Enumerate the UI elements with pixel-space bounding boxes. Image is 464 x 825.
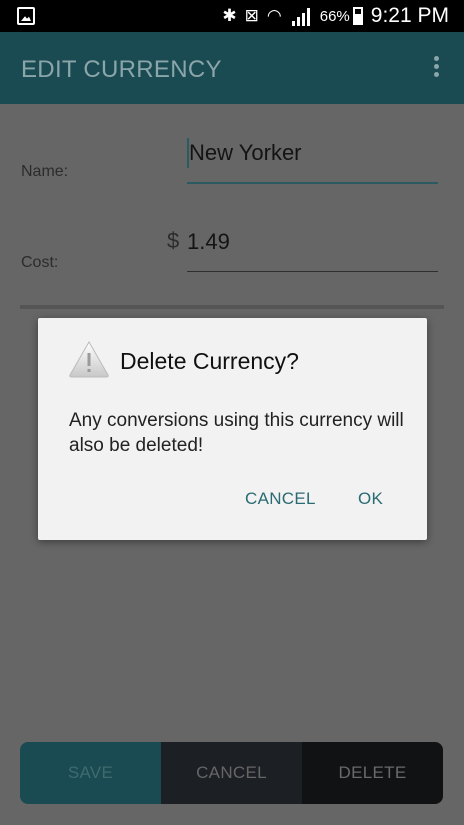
wifi-icon: ◠ [266, 6, 282, 26]
delete-dialog: Delete Currency? Any conversions using t… [38, 318, 427, 540]
battery-percent: 66% [319, 7, 350, 25]
battery-icon [352, 7, 363, 25]
dialog-ok-button[interactable]: OK [358, 489, 383, 509]
cost-label: Cost: [21, 254, 59, 271]
warning-icon [69, 340, 109, 378]
dialog-message: Any conversions using this currency will… [69, 410, 404, 456]
delete-button[interactable]: DELETE [302, 742, 443, 804]
dialog-cancel-button[interactable]: CANCEL [245, 489, 316, 509]
signal-icon [290, 5, 312, 27]
status-bar: ✱ ⊠ ◠ 66% 9:21 PM [0, 0, 464, 32]
name-value: New Yorker [189, 140, 302, 165]
cancel-button[interactable]: CANCEL [161, 742, 302, 804]
bottom-button-bar: SAVE CANCEL DELETE [20, 742, 443, 804]
cost-field[interactable]: 1.49 [187, 229, 438, 272]
page-title: EDIT CURRENCY [21, 56, 222, 83]
cost-value: 1.49 [187, 229, 230, 254]
currency-symbol: $ [167, 228, 180, 253]
name-field[interactable]: New Yorker [187, 138, 438, 184]
name-label: Name: [21, 163, 69, 180]
status-icons: ✱ ⊠ ◠ 66% 9:21 PM [222, 0, 464, 32]
save-button[interactable]: SAVE [20, 742, 161, 804]
vibrate-mute-icon: ⊠ [244, 6, 259, 26]
divider [20, 305, 444, 309]
bluetooth-icon: ✱ [222, 6, 237, 26]
dialog-title: Delete Currency? [120, 348, 299, 374]
gallery-icon [17, 7, 35, 25]
app-bar: EDIT CURRENCY [0, 32, 464, 104]
more-vert-icon[interactable] [432, 56, 440, 84]
status-time: 9:21 PM [370, 4, 449, 27]
